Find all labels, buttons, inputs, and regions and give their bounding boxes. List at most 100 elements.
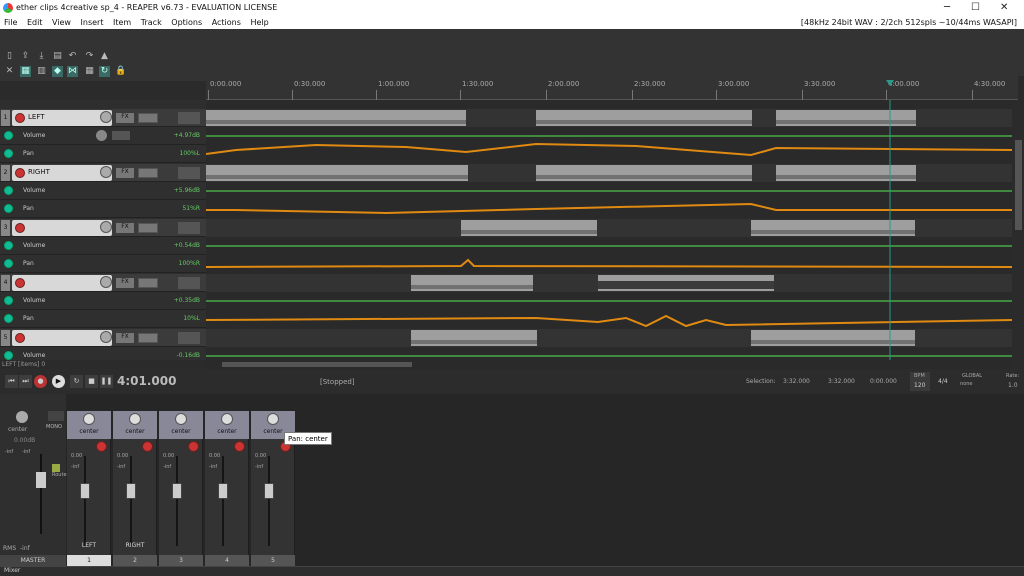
record-arm-icon[interactable] [96, 441, 107, 452]
track-header[interactable]: 1 LEFT FX [0, 109, 206, 127]
track-name-field[interactable] [12, 220, 112, 236]
pan-envelope-lane[interactable]: Pan 10%L [0, 310, 206, 328]
io-button[interactable] [138, 278, 158, 288]
pan-envelope[interactable] [206, 202, 1012, 215]
strip-number[interactable]: 4 [205, 555, 249, 566]
loop-icon[interactable]: ↻ [99, 66, 110, 77]
menu-track[interactable]: Track [141, 16, 162, 29]
mute-solo-buttons[interactable] [178, 167, 200, 179]
envelope-icon[interactable] [4, 131, 13, 140]
track-name-field[interactable] [12, 275, 112, 291]
selection-start[interactable]: 3:32.000 [783, 378, 810, 385]
volume-knob[interactable] [100, 166, 112, 178]
strip-number[interactable]: 1 [67, 555, 111, 566]
mute-solo-buttons[interactable] [178, 112, 200, 124]
pan-envelope[interactable] [206, 314, 1012, 328]
mixer-strip[interactable]: center 0.00 -inf 3 [159, 411, 203, 566]
media-item[interactable] [776, 110, 916, 126]
mute-solo-buttons[interactable] [178, 222, 200, 234]
global-label[interactable]: GLOBAL [962, 373, 982, 379]
track-header[interactable]: 4 FX [0, 274, 206, 292]
menu-help[interactable]: Help [250, 16, 268, 29]
fx-button[interactable]: FX [116, 333, 134, 343]
mixer-strip[interactable]: center 0.00 -inf RIGHT 2 [113, 411, 157, 566]
mute-solo-buttons[interactable] [178, 332, 200, 344]
volume-envelope-lane[interactable]: Volume +0.35dB [0, 292, 206, 310]
vertical-scroll-thumb[interactable] [1015, 140, 1022, 230]
repeat-icon[interactable]: ↻ [70, 375, 83, 388]
volume-envelope-lane[interactable]: Volume +0.54dB [0, 237, 206, 255]
pan-envelope-lane[interactable]: Pan 51%R [0, 200, 206, 218]
record-arm-icon[interactable] [234, 441, 245, 452]
media-item[interactable] [411, 330, 537, 346]
envelope-icon[interactable] [4, 259, 13, 268]
fx-button[interactable]: FX [116, 223, 134, 233]
volume-fader[interactable] [126, 483, 136, 499]
menu-item[interactable]: Item [113, 16, 131, 29]
mixer-tab[interactable]: Mixer [4, 567, 20, 574]
arrange-canvas[interactable] [206, 100, 1012, 360]
envelope-icon[interactable] [4, 241, 13, 250]
pan-envelope[interactable] [206, 142, 1012, 157]
record-arm-icon[interactable] [15, 223, 25, 233]
volume-fader[interactable] [218, 483, 228, 499]
envelope-icon[interactable] [4, 351, 13, 360]
horizontal-scroll-thumb[interactable] [222, 362, 412, 367]
selection-end[interactable]: 3:32.000 [828, 378, 855, 385]
media-item[interactable] [536, 110, 752, 126]
media-item[interactable] [411, 275, 533, 291]
vertical-scrollbar[interactable] [1013, 100, 1024, 360]
volume-envelope-lane[interactable]: Volume -0.16dB [0, 347, 206, 360]
io-button[interactable] [138, 333, 158, 343]
mono-button[interactable]: MONO [46, 424, 62, 430]
project-settings-icon[interactable]: ▤ [52, 51, 63, 62]
master-pan-knob[interactable] [16, 411, 28, 423]
lock-icon[interactable]: 🔒 [115, 66, 126, 77]
volume-fader[interactable] [172, 483, 182, 499]
new-project-icon[interactable]: ▯ [4, 51, 15, 62]
track-header[interactable]: 2 RIGHT FX [0, 164, 206, 182]
volume-fader[interactable] [264, 483, 274, 499]
track-name-field[interactable]: RIGHT [12, 165, 112, 181]
mixer-strip[interactable]: center 0.00 -inf 4 [205, 411, 249, 566]
pan-knob[interactable] [175, 413, 187, 425]
pan-envelope-lane[interactable]: Pan 100%R [0, 255, 206, 273]
media-item[interactable] [598, 275, 774, 291]
volume-knob[interactable] [100, 331, 112, 343]
minimize-button[interactable]: ─ [944, 2, 950, 13]
grouping-icon[interactable]: ▥ [36, 66, 47, 77]
envelope-icon[interactable] [4, 314, 13, 323]
maximize-button[interactable]: ☐ [971, 2, 980, 13]
pan-envelope[interactable] [206, 258, 1012, 268]
pan-knob[interactable] [221, 413, 233, 425]
track-name-field[interactable] [12, 330, 112, 346]
menu-file[interactable]: File [4, 16, 17, 29]
undo-icon[interactable]: ↶ [67, 51, 78, 62]
open-project-icon[interactable]: ⇪ [20, 51, 31, 62]
menu-actions[interactable]: Actions [212, 16, 241, 29]
snap-icon[interactable]: ◆ [52, 66, 63, 77]
envelope-icon[interactable] [4, 204, 13, 213]
pause-button[interactable]: ❚❚ [100, 375, 113, 388]
media-item[interactable] [536, 165, 752, 181]
horizontal-scrollbar[interactable] [206, 360, 1012, 369]
menu-view[interactable]: View [52, 16, 71, 29]
audio-device-status[interactable]: [48kHz 24bit WAV : 2/2ch 512spls ~10/44m… [801, 16, 1017, 29]
fx-button[interactable]: FX [116, 113, 134, 123]
envelope-lock-icon[interactable]: ▦ [84, 66, 95, 77]
media-item[interactable] [461, 220, 597, 236]
fx-button[interactable]: FX [116, 278, 134, 288]
record-arm-icon[interactable] [15, 278, 25, 288]
save-project-icon[interactable]: ⤓ [36, 51, 47, 62]
record-arm-icon[interactable] [142, 441, 153, 452]
volume-knob[interactable] [100, 276, 112, 288]
master-io-button[interactable] [48, 411, 64, 421]
arrange-view[interactable] [206, 100, 1012, 360]
master-fader[interactable] [36, 472, 46, 488]
volume-envelope-lane[interactable]: Volume +4.97dB [0, 127, 206, 145]
strip-number[interactable]: 2 [113, 555, 157, 566]
envelope-knob[interactable] [96, 130, 107, 141]
selection-length[interactable]: 0:00.000 [870, 378, 897, 385]
menu-insert[interactable]: Insert [81, 16, 104, 29]
timeline-ruler[interactable]: 0:00.000 0:30.000 1:00.000 1:30.000 2:00… [206, 76, 1018, 100]
